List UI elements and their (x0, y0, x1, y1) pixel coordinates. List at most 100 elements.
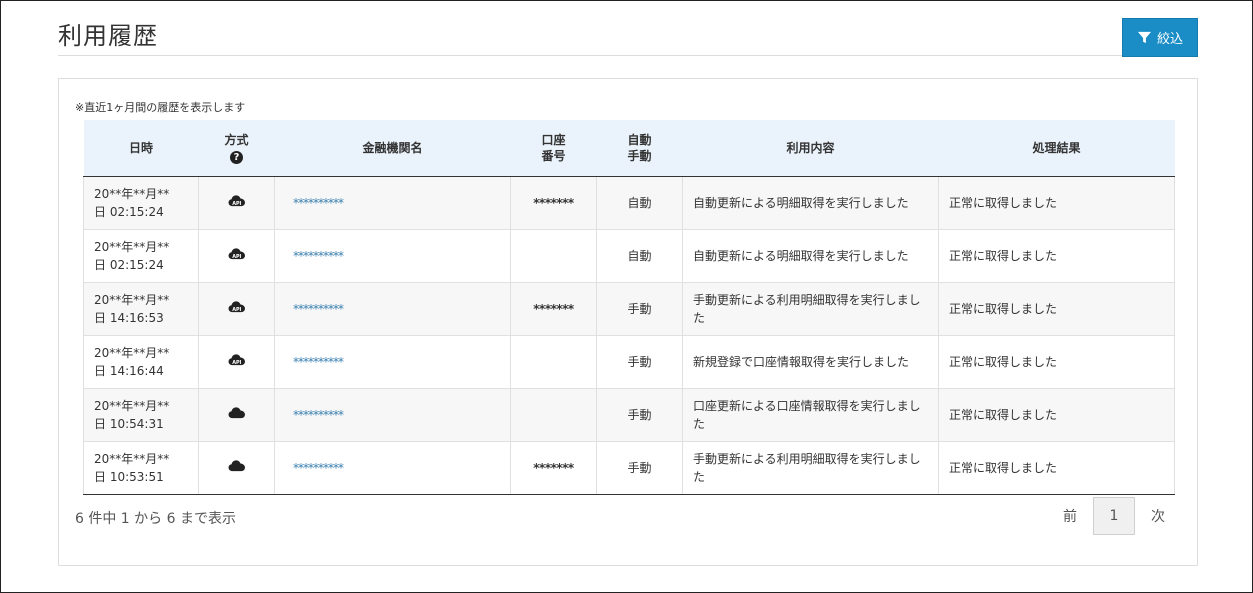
record-count: 6 件中 1 から 6 まで表示 (75, 511, 236, 527)
page-frame: 利用履歴 絞込 ※直近1ヶ月間の履歴を表示します 日時 方式 ? 金融機関名 口… (0, 0, 1253, 593)
cell-method: API (198, 228, 275, 283)
cell-institution: ********** (274, 334, 511, 389)
cloud-api-icon: API (228, 300, 245, 312)
cell-account (510, 387, 597, 442)
cell-mode: 手動 (596, 334, 683, 389)
table-row: 20**年**月** 日 02:15:24 API ********** *******… (83, 175, 1175, 230)
pagination: 前 1 次 (1049, 497, 1179, 535)
pagination-next[interactable]: 次 (1137, 506, 1179, 526)
page-title: 利用履歴 (58, 22, 158, 50)
cell-account: ******* (510, 440, 597, 495)
cell-institution: ********** (274, 281, 511, 336)
column-header-date: 日時 (83, 120, 199, 177)
date-line1: 20**年**月** (94, 345, 170, 360)
cell-detail: 自動更新による明細取得を実行しました (682, 175, 939, 230)
range-note: ※直近1ヶ月間の履歴を表示します (75, 101, 246, 114)
cell-date: 20**年**月** 日 02:15:24 (83, 175, 199, 230)
cell-institution: ********** (274, 175, 511, 230)
cell-method (198, 440, 275, 495)
table-row: 20**年**月** 日 14:16:44 API ********** 手動 新規登録で… (83, 334, 1175, 389)
cell-method: API (198, 175, 275, 230)
pagination-page-1[interactable]: 1 (1093, 497, 1135, 535)
funnel-icon (1137, 31, 1152, 44)
cell-mode: 手動 (596, 440, 683, 495)
api-label: API (232, 359, 241, 365)
cloud-icon (228, 406, 245, 418)
institution-link[interactable]: ********** (293, 461, 344, 475)
column-header-method-label: 方式 (224, 132, 249, 147)
cell-detail: 手動更新による利用明細取得を実行しました (682, 281, 939, 336)
cell-mode: 自動 (596, 175, 683, 230)
column-header-account-line1: 口座 (541, 132, 566, 147)
table-row: 20**年**月** 日 02:15:24 API ********** 自動 自動更新に… (83, 228, 1175, 283)
date-line1: 20**年**月** (94, 186, 170, 201)
cell-institution: ********** (274, 440, 511, 495)
filter-button-label: 絞込 (1156, 32, 1183, 47)
date-line2: 日 14:16:44 (94, 363, 164, 378)
date-line1: 20**年**月** (94, 451, 170, 466)
cell-detail: 手動更新による利用明細取得を実行しました (682, 440, 939, 495)
api-label: API (232, 253, 241, 259)
institution-link[interactable]: ********** (293, 249, 344, 263)
cell-result: 正常に取得しました (938, 228, 1175, 283)
column-header-mode: 自動 手動 (596, 120, 683, 177)
api-label: API (232, 200, 241, 206)
column-header-account: 口座 番号 (510, 120, 597, 177)
column-header-account-line2: 番号 (541, 148, 566, 163)
column-header-institution: 金融機関名 (274, 120, 511, 177)
cell-account: ******* (510, 281, 597, 336)
institution-link[interactable]: ********** (293, 408, 344, 422)
title-divider (58, 55, 1198, 56)
column-header-method: 方式 ? (198, 120, 275, 177)
cell-detail: 口座更新による口座情報取得を実行しました (682, 387, 939, 442)
column-header-detail: 利用内容 (682, 120, 939, 177)
cell-mode: 手動 (596, 387, 683, 442)
date-line1: 20**年**月** (94, 398, 170, 413)
cell-account: ******* (510, 175, 597, 230)
table-row: 20**年**月** 日 14:16:53 API ********** *******… (83, 281, 1175, 336)
institution-link[interactable]: ********** (293, 355, 344, 369)
cell-method: API (198, 281, 275, 336)
cell-institution: ********** (274, 387, 511, 442)
cell-account (510, 228, 597, 283)
date-line2: 日 02:15:24 (94, 204, 164, 219)
table-row: 20**年**月** 日 10:54:31 ********** 手動 口座更新による口… (83, 387, 1175, 442)
cell-date: 20**年**月** 日 14:16:53 (83, 281, 199, 336)
table-header-row: 日時 方式 ? 金融機関名 口座 番号 自動 手動 利用内容 処理結果 (83, 120, 1175, 177)
api-label: API (232, 306, 241, 312)
cell-date: 20**年**月** 日 10:54:31 (83, 387, 199, 442)
cell-detail: 自動更新による明細取得を実行しました (682, 228, 939, 283)
pagination-prev[interactable]: 前 (1049, 506, 1091, 526)
cell-detail: 新規登録で口座情報取得を実行しました (682, 334, 939, 389)
institution-link[interactable]: ********** (293, 302, 344, 316)
cell-account (510, 334, 597, 389)
cloud-api-icon: API (228, 353, 245, 365)
date-line2: 日 10:54:31 (94, 416, 164, 431)
question-circle-icon[interactable]: ? (230, 150, 243, 164)
column-header-mode-line2: 手動 (627, 148, 652, 163)
filter-button[interactable]: 絞込 (1122, 18, 1198, 57)
cloud-icon (228, 459, 245, 471)
cell-mode: 自動 (596, 228, 683, 283)
cell-date: 20**年**月** 日 02:15:24 (83, 228, 199, 283)
cell-result: 正常に取得しました (938, 387, 1175, 442)
date-line1: 20**年**月** (94, 292, 170, 307)
date-line1: 20**年**月** (94, 239, 170, 254)
history-table: 日時 方式 ? 金融機関名 口座 番号 自動 手動 利用内容 処理結果 20**… (83, 120, 1175, 495)
date-line2: 日 14:16:53 (94, 310, 164, 325)
cell-result: 正常に取得しました (938, 281, 1175, 336)
cell-institution: ********** (274, 228, 511, 283)
cell-date: 20**年**月** 日 14:16:44 (83, 334, 199, 389)
cell-result: 正常に取得しました (938, 175, 1175, 230)
date-line2: 日 02:15:24 (94, 257, 164, 272)
institution-link[interactable]: ********** (293, 196, 344, 210)
column-header-mode-line1: 自動 (627, 132, 652, 147)
column-header-result: 処理結果 (938, 120, 1175, 177)
cell-mode: 手動 (596, 281, 683, 336)
cell-result: 正常に取得しました (938, 334, 1175, 389)
cell-date: 20**年**月** 日 10:53:51 (83, 440, 199, 495)
cell-method: API (198, 334, 275, 389)
cell-method (198, 387, 275, 442)
date-line2: 日 10:53:51 (94, 469, 164, 484)
cloud-api-icon: API (228, 247, 245, 259)
